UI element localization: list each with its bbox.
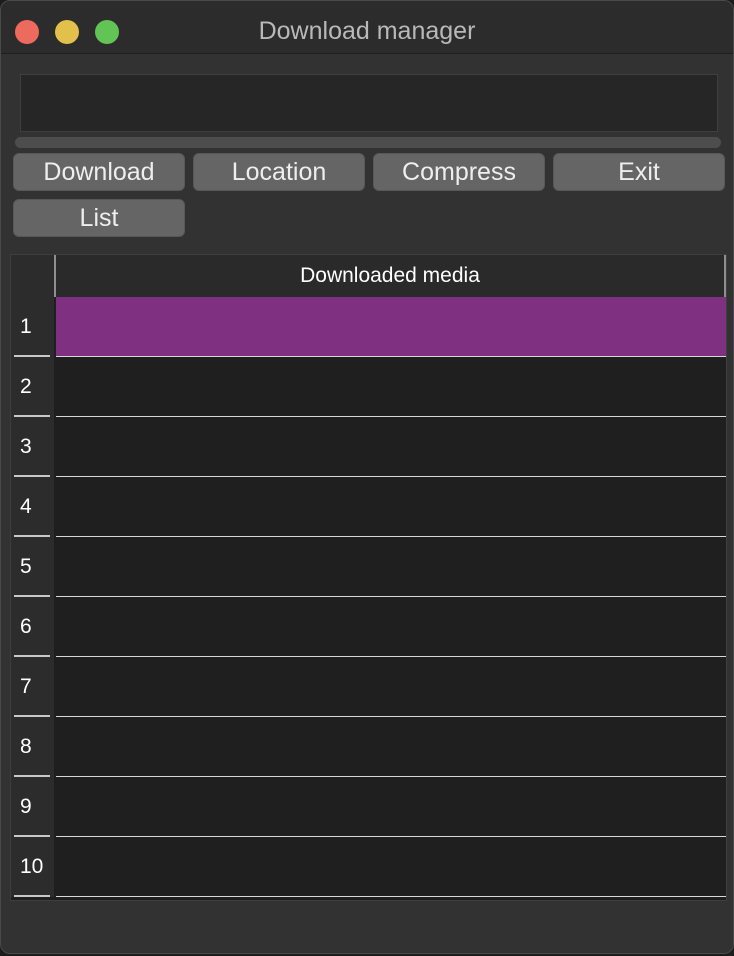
table-cell[interactable]: [56, 477, 726, 537]
table-cell[interactable]: [56, 417, 726, 477]
table-cell[interactable]: [56, 537, 726, 597]
compress-button[interactable]: Compress: [373, 153, 545, 191]
window-title: Download manager: [258, 17, 476, 45]
table-corner[interactable]: [11, 255, 56, 297]
row-header[interactable]: 2: [11, 357, 54, 417]
table-cell[interactable]: [56, 297, 726, 357]
row-header[interactable]: 9: [11, 777, 54, 837]
title-bar[interactable]: Download manager: [1, 1, 733, 54]
row-header[interactable]: 8: [11, 717, 54, 777]
downloaded-media-table[interactable]: Downloaded media 1 2 3 4 5 6 7 8 9 10: [10, 254, 727, 901]
download-progress-bar: [15, 137, 721, 148]
table-cell[interactable]: [56, 357, 726, 417]
list-button[interactable]: List: [13, 199, 185, 237]
exit-button[interactable]: Exit: [553, 153, 725, 191]
download-button[interactable]: Download: [13, 153, 185, 191]
row-header[interactable]: 7: [11, 657, 54, 717]
table-cell[interactable]: [56, 597, 726, 657]
row-header[interactable]: 5: [11, 537, 54, 597]
row-header[interactable]: 6: [11, 597, 54, 657]
row-header[interactable]: 10: [11, 837, 54, 897]
table-cell[interactable]: [56, 657, 726, 717]
table-cell[interactable]: [56, 837, 726, 897]
table-cell[interactable]: [56, 717, 726, 777]
row-header[interactable]: 4: [11, 477, 54, 537]
column-header-downloaded-media[interactable]: Downloaded media: [56, 255, 726, 297]
row-header[interactable]: 1: [11, 297, 54, 357]
location-button[interactable]: Location: [193, 153, 365, 191]
table-cell[interactable]: [56, 777, 726, 837]
url-input[interactable]: [20, 74, 718, 132]
download-manager-window: Download manager Download Location Compr…: [0, 0, 734, 954]
row-header[interactable]: 3: [11, 417, 54, 477]
